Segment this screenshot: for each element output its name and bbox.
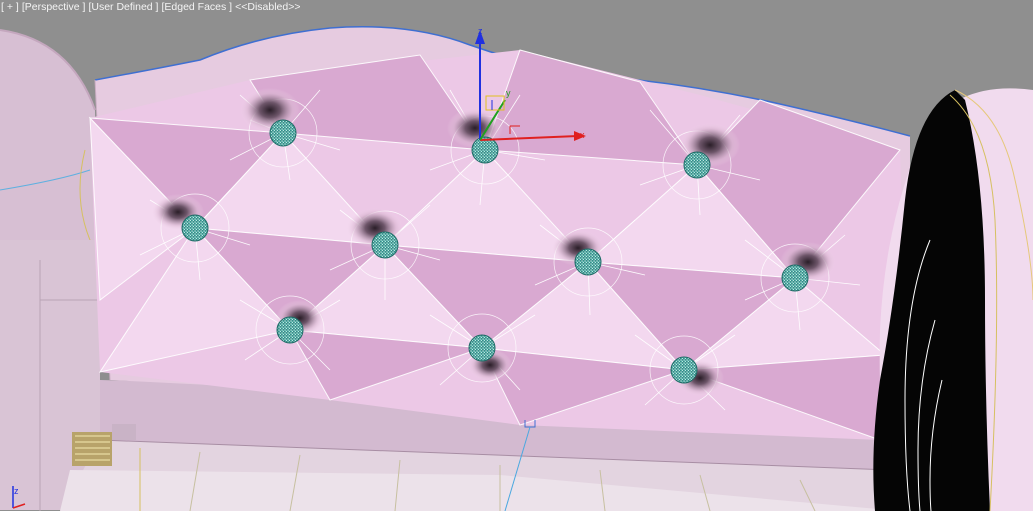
- tufted-button-icon: [683, 151, 711, 179]
- tufted-button-icon: [181, 214, 209, 242]
- tufted-button-icon: [468, 334, 496, 362]
- tufted-button-icon: [670, 356, 698, 384]
- perspective-viewport[interactable]: z x y z [ + ] [Perspective ] [User Defined…: [0, 0, 1033, 511]
- tufted-button-icon: [574, 248, 602, 276]
- viewport-shading-menu[interactable]: [User Defined ]: [88, 1, 158, 13]
- tufted-button-icon: [276, 316, 304, 344]
- scene-canvas[interactable]: z x y z: [0, 0, 1033, 511]
- gizmo-axis-x-label: x: [580, 130, 585, 140]
- gizmo-axis-y-label: y: [506, 88, 511, 98]
- tufted-button-icon: [781, 264, 809, 292]
- tufted-button-icon: [471, 136, 499, 164]
- tripod-axis-z-label: z: [14, 486, 19, 496]
- gizmo-axis-z-label: z: [478, 26, 483, 36]
- viewport-label-menu[interactable]: [ + ] [Perspective ] [User Defined ] [Edged…: [0, 0, 303, 14]
- viewport-disabled-status[interactable]: <<Disabled>>: [235, 1, 300, 13]
- viewport-point-of-view-menu[interactable]: [Perspective ]: [22, 1, 86, 13]
- viewport-general-menu[interactable]: [ + ]: [1, 1, 19, 13]
- viewport-edged-faces-menu[interactable]: [Edged Faces ]: [161, 1, 232, 13]
- tufted-button-icon: [371, 231, 399, 259]
- tufted-button-icon: [269, 119, 297, 147]
